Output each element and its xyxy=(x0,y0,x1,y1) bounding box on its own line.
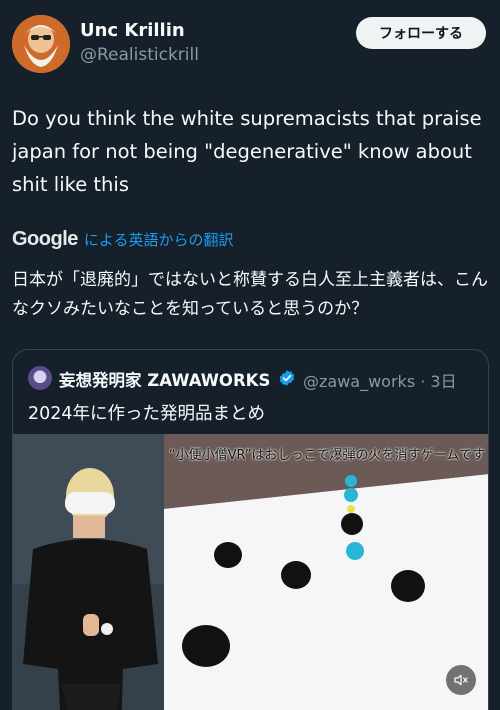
quote-tweet-card[interactable]: 妄想発明家 ZAWAWORKS @zawa_works · 3日 2024年に作… xyxy=(12,349,489,710)
person-illustration xyxy=(13,434,164,710)
tweet-text: Do you think the white supremacists that… xyxy=(12,107,482,196)
quote-media[interactable]: “小便小僧VR”はおしっこで爆弾の火を消すゲームです xyxy=(13,434,488,710)
verified-badge-icon xyxy=(279,370,295,386)
translation-link[interactable]: による英語からの翻訳 xyxy=(84,229,234,250)
quote-handle-time: @zawa_works · 3日 xyxy=(303,372,457,391)
media-caption: “小便小僧VR”はおしっこで爆弾の火を消すゲームです xyxy=(168,448,486,463)
user-handle[interactable]: @Realistickrill xyxy=(80,45,199,65)
vr-game-illustration xyxy=(164,434,488,710)
quote-display-name: 妄想発明家 ZAWAWORKS xyxy=(59,371,271,390)
translation-attribution: Google による英語からの翻訳 xyxy=(12,228,233,251)
avatar-icon xyxy=(12,15,70,73)
media-person-panel xyxy=(13,434,164,710)
display-name[interactable]: Unc Krillin xyxy=(80,20,185,41)
media-game-panel: “小便小僧VR”はおしっこで爆弾の火を消すゲームです xyxy=(164,434,488,710)
quote-text: 2024年に作った発明品まとめ xyxy=(28,404,266,424)
avatar[interactable] xyxy=(12,15,70,73)
follow-button[interactable]: フォローする xyxy=(356,17,486,49)
quote-avatar xyxy=(28,366,52,390)
mute-button[interactable] xyxy=(446,665,476,695)
google-logo: Google xyxy=(12,228,78,250)
mute-icon xyxy=(454,674,468,686)
translated-text: 日本が「退廃的」ではないと称賛する白人至上主義者は、こんなクソみたいなことを知っ… xyxy=(12,270,488,319)
